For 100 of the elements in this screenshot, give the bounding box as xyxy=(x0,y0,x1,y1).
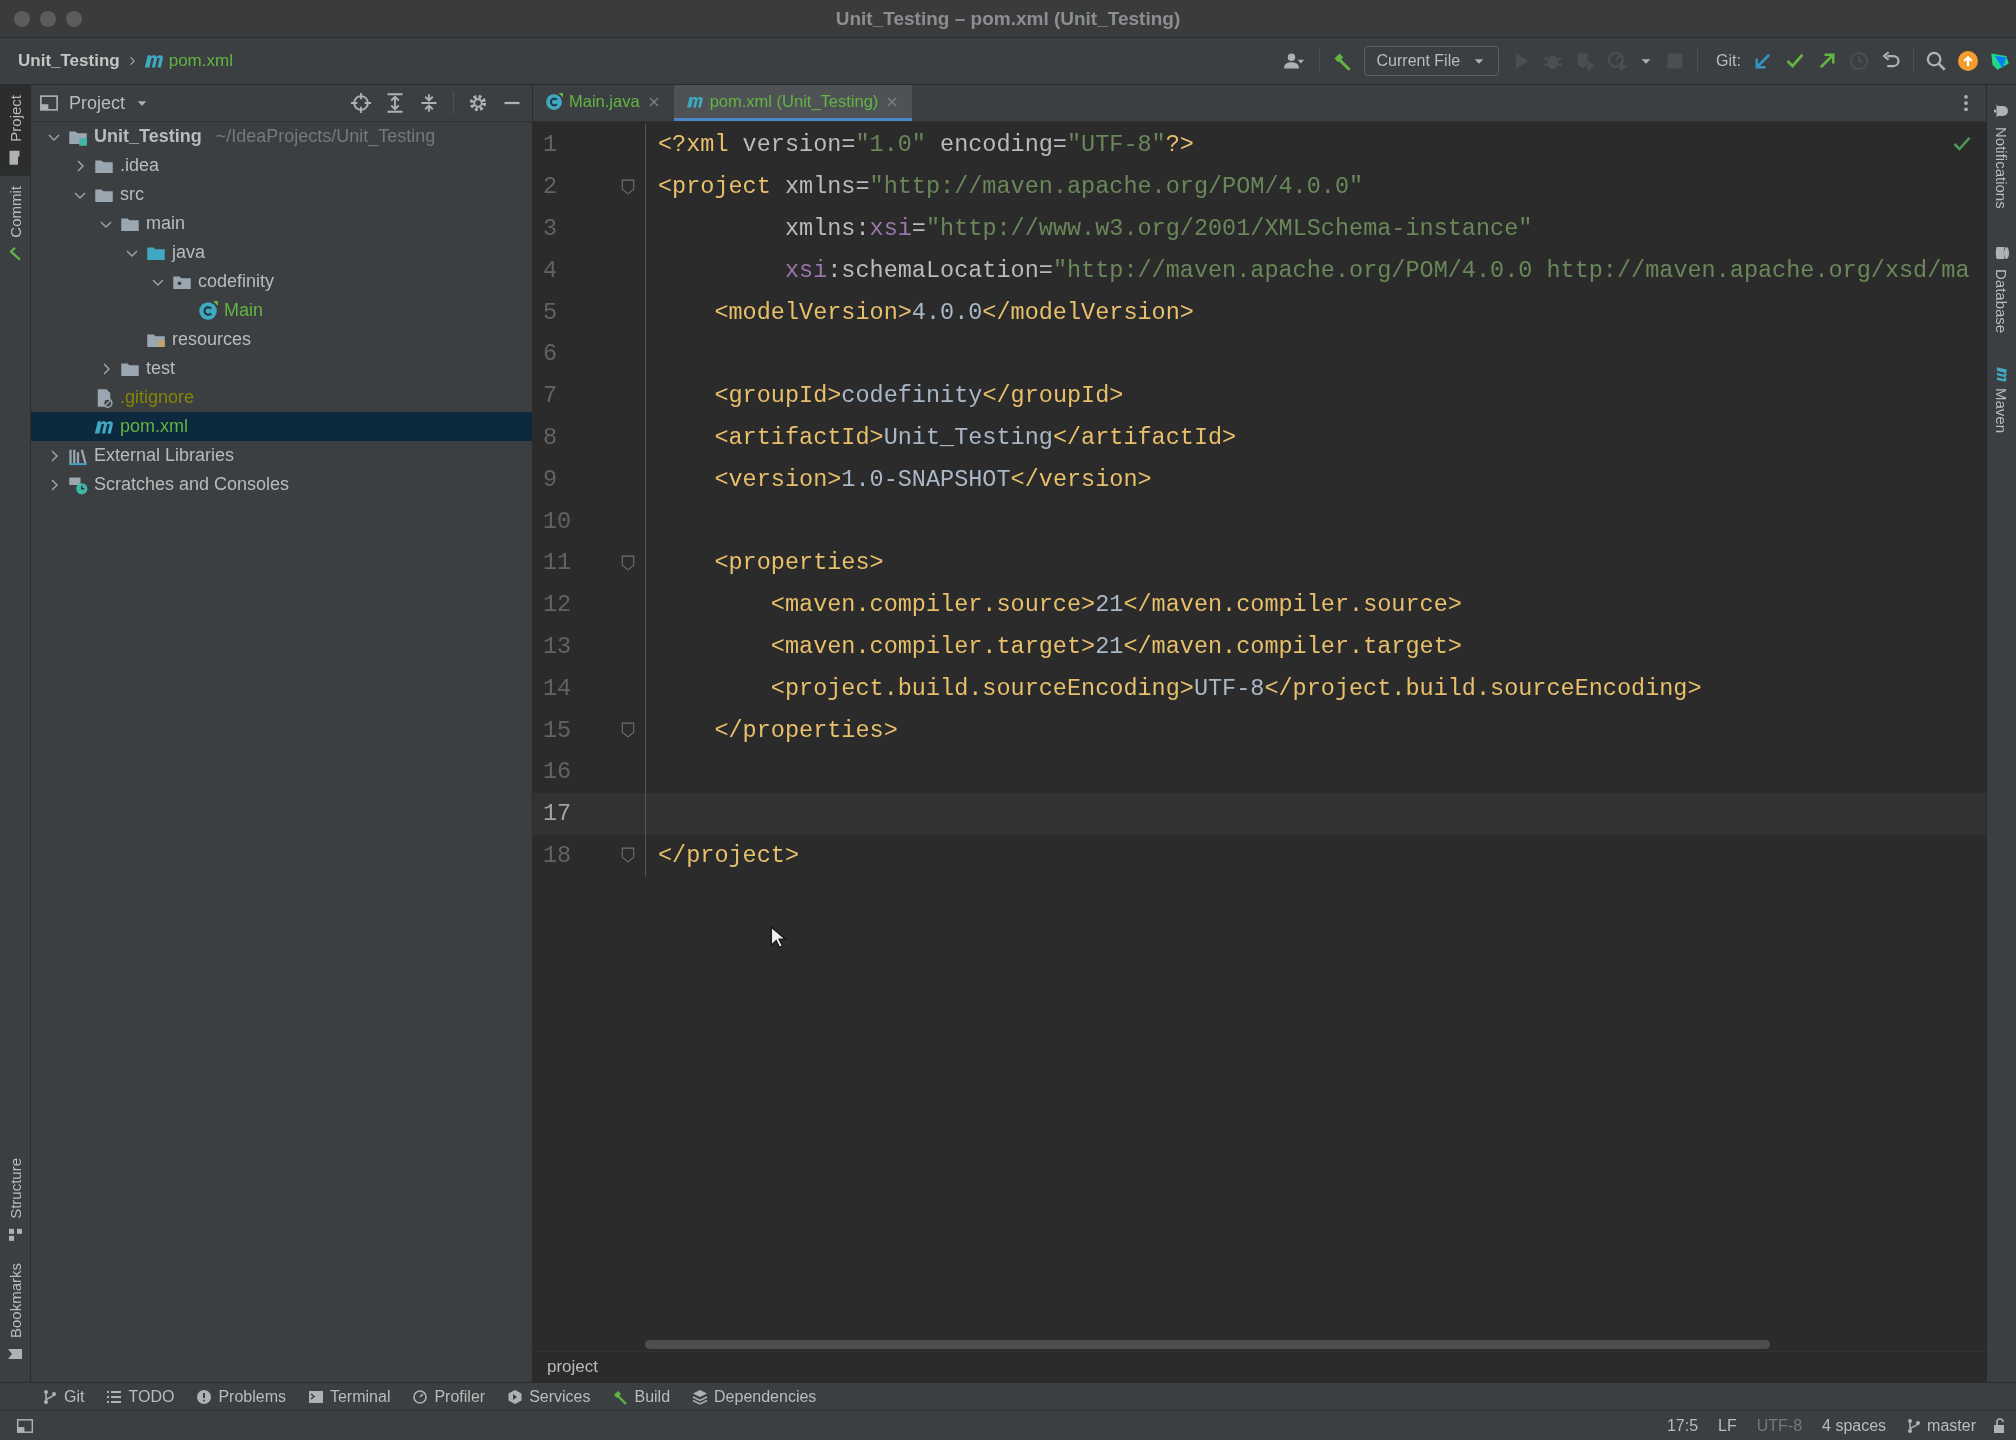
gauge-icon xyxy=(412,1389,429,1405)
tree-row[interactable]: main xyxy=(31,209,532,238)
status-item[interactable]: LF xyxy=(1718,1417,1737,1435)
breadcrumb[interactable]: pom.xml xyxy=(143,51,233,71)
git-branch-widget[interactable]: master xyxy=(1906,1417,1976,1435)
git-label: Git: xyxy=(1716,52,1741,70)
project-view-dropdown[interactable]: Project xyxy=(39,92,337,114)
line-number: 10 xyxy=(542,507,573,535)
services-icon xyxy=(507,1389,524,1405)
code-line: <version>1.0-SNAPSHOT</version> xyxy=(713,465,1152,493)
line-number: 4 xyxy=(542,256,559,284)
line-number: 17 xyxy=(542,800,573,828)
tree-row[interactable]: codefinity xyxy=(31,267,532,296)
line-number: 3 xyxy=(542,215,559,242)
warning-icon xyxy=(196,1389,213,1405)
line-number: 12 xyxy=(542,591,573,619)
tool-window-button[interactable]: Git xyxy=(42,1388,85,1406)
tool-window-tab[interactable]: Project xyxy=(0,85,30,176)
arrow-up-right-icon[interactable] xyxy=(1817,51,1837,71)
breadcrumb[interactable]: Unit_Testing xyxy=(18,51,120,71)
search-icon[interactable] xyxy=(1926,51,1946,71)
database-icon xyxy=(1993,244,2010,261)
line-number: 6 xyxy=(542,340,559,368)
tool-window-button[interactable]: Dependencies xyxy=(692,1388,817,1406)
code-line: <project xmlns="http://maven.apache.org/POM/4.0.0" xyxy=(657,173,1364,201)
tree-row[interactable]: Main xyxy=(31,296,532,325)
line-number: 18 xyxy=(542,841,573,869)
structure-icon xyxy=(7,1226,23,1243)
editor-tab[interactable]: Main.java xyxy=(533,85,674,121)
class-icon xyxy=(545,92,563,111)
tree-row[interactable]: External Libraries xyxy=(31,441,532,470)
line-number: 13 xyxy=(542,632,573,660)
code-line: <properties> xyxy=(713,549,884,577)
bookmark-icon xyxy=(7,1346,23,1362)
code-line: <groupId>codefinity</groupId> xyxy=(713,382,1124,410)
tree-row[interactable]: Scratches and Consoles xyxy=(31,470,532,499)
status-item[interactable]: 4 spaces xyxy=(1822,1417,1887,1435)
panel-icon xyxy=(39,93,59,113)
line-number: 16 xyxy=(542,758,573,786)
toolbox-icon[interactable] xyxy=(1990,51,2010,71)
code-line: <maven.compiler.target>21</maven.compiler.target> xyxy=(769,632,1462,660)
tool-window-tab[interactable]: Bookmarks xyxy=(0,1252,30,1372)
line-number: 11 xyxy=(542,549,573,577)
fold-marker-icon[interactable] xyxy=(621,847,635,864)
settings-icon[interactable] xyxy=(468,93,488,113)
tool-window-button[interactable]: Build xyxy=(612,1388,671,1406)
code-line: <maven.compiler.source>21</maven.compiler.source> xyxy=(769,591,1462,619)
code-line: xsi:schemaLocation="http://maven.apache.org/POM/4.0.0 http://maven.apache.org/xsd/ma xyxy=(783,256,1970,284)
arrow-down-left-icon[interactable] xyxy=(1753,51,1773,71)
tree-row[interactable]: pom.xml xyxy=(31,412,532,441)
tree-row[interactable]: .idea xyxy=(31,151,532,180)
tree-row[interactable]: java xyxy=(31,238,532,267)
line-number: 14 xyxy=(542,674,573,702)
update-icon[interactable] xyxy=(1958,51,1978,71)
collapse-all-icon[interactable] xyxy=(419,93,439,113)
tool-window-tab[interactable]: Notifications xyxy=(1987,93,2016,219)
tree-row[interactable]: Unit_Testing ~/IdeaProjects/Unit_Testing xyxy=(31,122,532,151)
code-line: <modelVersion>4.0.0</modelVersion> xyxy=(713,298,1194,326)
tool-window-button[interactable]: TODO xyxy=(106,1388,175,1406)
bell-icon xyxy=(1993,103,2010,119)
status-item[interactable]: 17:5 xyxy=(1666,1417,1699,1435)
line-number: 8 xyxy=(542,423,559,451)
class-icon xyxy=(198,300,218,321)
tool-window-tab[interactable]: Maven xyxy=(1987,358,2016,443)
code-line: </properties> xyxy=(713,716,898,744)
tool-window-tab[interactable]: Commit xyxy=(0,175,30,272)
line-number: 7 xyxy=(542,382,559,410)
window-title: Unit_Testing – pom.xml (Unit_Testing) xyxy=(835,7,1181,30)
fold-marker-icon[interactable] xyxy=(621,554,635,571)
code-line: xmlns:xsi="http://www.w3.org/2001/XMLSchema-instance" xyxy=(783,215,1533,242)
tool-window-tab[interactable]: Database xyxy=(1987,234,2016,343)
scrollbar-thumb[interactable] xyxy=(645,1339,1770,1349)
tool-window-button[interactable]: Terminal xyxy=(307,1388,391,1406)
panel-icon[interactable] xyxy=(16,1417,34,1435)
run-configuration-dropdown[interactable]: Current File xyxy=(1363,46,1500,76)
tree-row[interactable]: src xyxy=(31,180,532,209)
line-number: 5 xyxy=(542,298,559,326)
line-number: 15 xyxy=(542,716,573,744)
code-line: <project.build.sourceEncoding>UTF-8</project.build.sourceEncoding> xyxy=(769,674,1702,702)
hammer-icon xyxy=(612,1389,629,1405)
line-number: 2 xyxy=(542,173,559,201)
tool-window-button[interactable]: Services xyxy=(507,1388,591,1406)
fold-marker-icon[interactable] xyxy=(621,178,635,195)
no-problems-check-icon xyxy=(1952,134,1972,154)
branch-icon xyxy=(42,1389,58,1405)
target-icon[interactable] xyxy=(351,93,371,113)
list-icon xyxy=(106,1389,123,1405)
expand-all-icon[interactable] xyxy=(385,93,405,113)
branch-icon xyxy=(1906,1418,1923,1434)
code-line: <artifactId>Unit_Testing</artifactId> xyxy=(713,423,1237,451)
editor-tab[interactable]: pom.xml (Unit_Testing) xyxy=(673,85,913,121)
terminal-icon xyxy=(307,1389,324,1405)
code-line: </project> xyxy=(657,841,800,869)
tool-window-button[interactable]: Profiler xyxy=(412,1388,486,1406)
tree-row[interactable]: test xyxy=(31,354,532,383)
tree-row[interactable]: resources xyxy=(31,325,532,354)
tool-window-button[interactable]: Problems xyxy=(196,1388,286,1406)
tool-window-tab[interactable]: Structure xyxy=(0,1148,30,1253)
fold-marker-icon[interactable] xyxy=(621,722,635,739)
breadcrumb[interactable]: project xyxy=(547,1357,599,1377)
